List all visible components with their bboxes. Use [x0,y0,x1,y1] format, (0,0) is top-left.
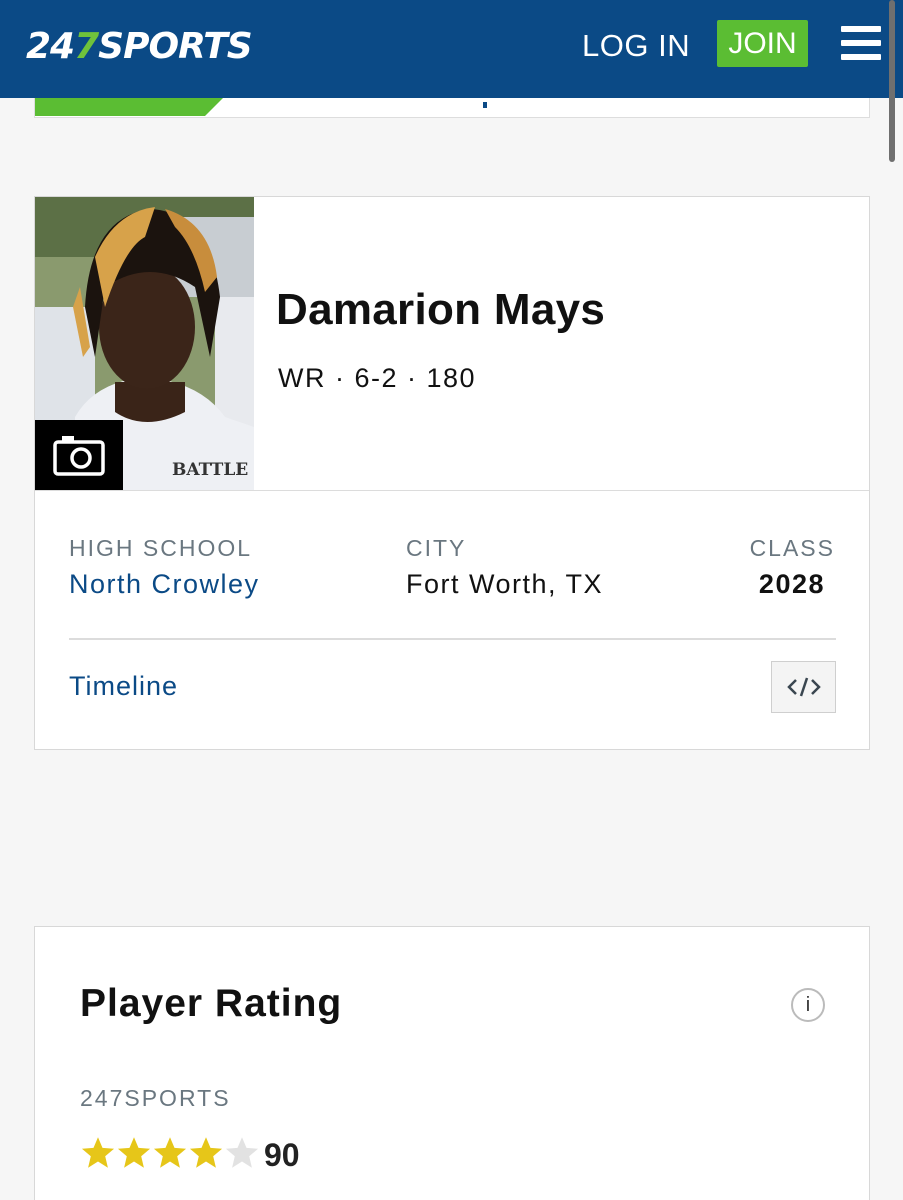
partial-banner [34,98,870,118]
jersey-text: BATTLE [172,460,248,480]
code-embed-icon [786,677,821,697]
divider [69,638,836,640]
logo-seven: 7 [74,25,99,67]
class-value: 2028 [758,569,825,599]
rating-source-label: 247SPORTS [80,1085,231,1111]
player-name: Damarion Mays [276,285,606,334]
high-school-label: HIGH SCHOOL [69,535,253,561]
city-value: Fort Worth, TX [406,569,604,599]
player-photo[interactable]: BATTLE [35,197,254,490]
site-logo[interactable]: 24 7 SPORTS [26,22,253,70]
embed-button[interactable] [771,661,836,713]
high-school-link[interactable]: North Crowley [69,569,260,600]
banner-accent [35,98,223,116]
class-label: CLASS [749,535,835,561]
star-filled-icon [189,1137,223,1168]
star-filled-icon [117,1137,151,1168]
info-icon[interactable]: i [791,988,825,1022]
site-header: 24 7 SPORTS LOG IN JOIN [0,0,903,162]
rating-title: Player Rating [80,982,343,1025]
star-rating [80,1135,260,1171]
rating-score: 90 [264,1137,300,1173]
camera-icon [53,436,105,476]
hamburger-menu-icon[interactable] [841,26,881,60]
timeline-link[interactable]: Timeline [69,671,178,702]
player-card: BATTLE Damarion Mays WR · 6-2 · 180 HIGH… [34,196,870,750]
logo-suffix: SPORTS [98,25,253,67]
logo-prefix: 24 [26,25,75,67]
star-empty-icon [225,1137,259,1168]
banner-fragment [483,102,487,108]
player-rating-card: Player Rating i 247SPORTS 90 [34,926,870,1200]
join-button[interactable]: JOIN [717,20,808,67]
star-filled-icon [81,1137,115,1168]
divider [35,490,869,491]
player-meta: WR · 6-2 · 180 [278,363,477,393]
camera-button[interactable] [35,420,123,490]
login-button[interactable]: LOG IN [582,28,690,64]
city-label: CITY [406,535,467,561]
star-filled-icon [153,1137,187,1168]
scrollbar[interactable] [889,0,895,162]
